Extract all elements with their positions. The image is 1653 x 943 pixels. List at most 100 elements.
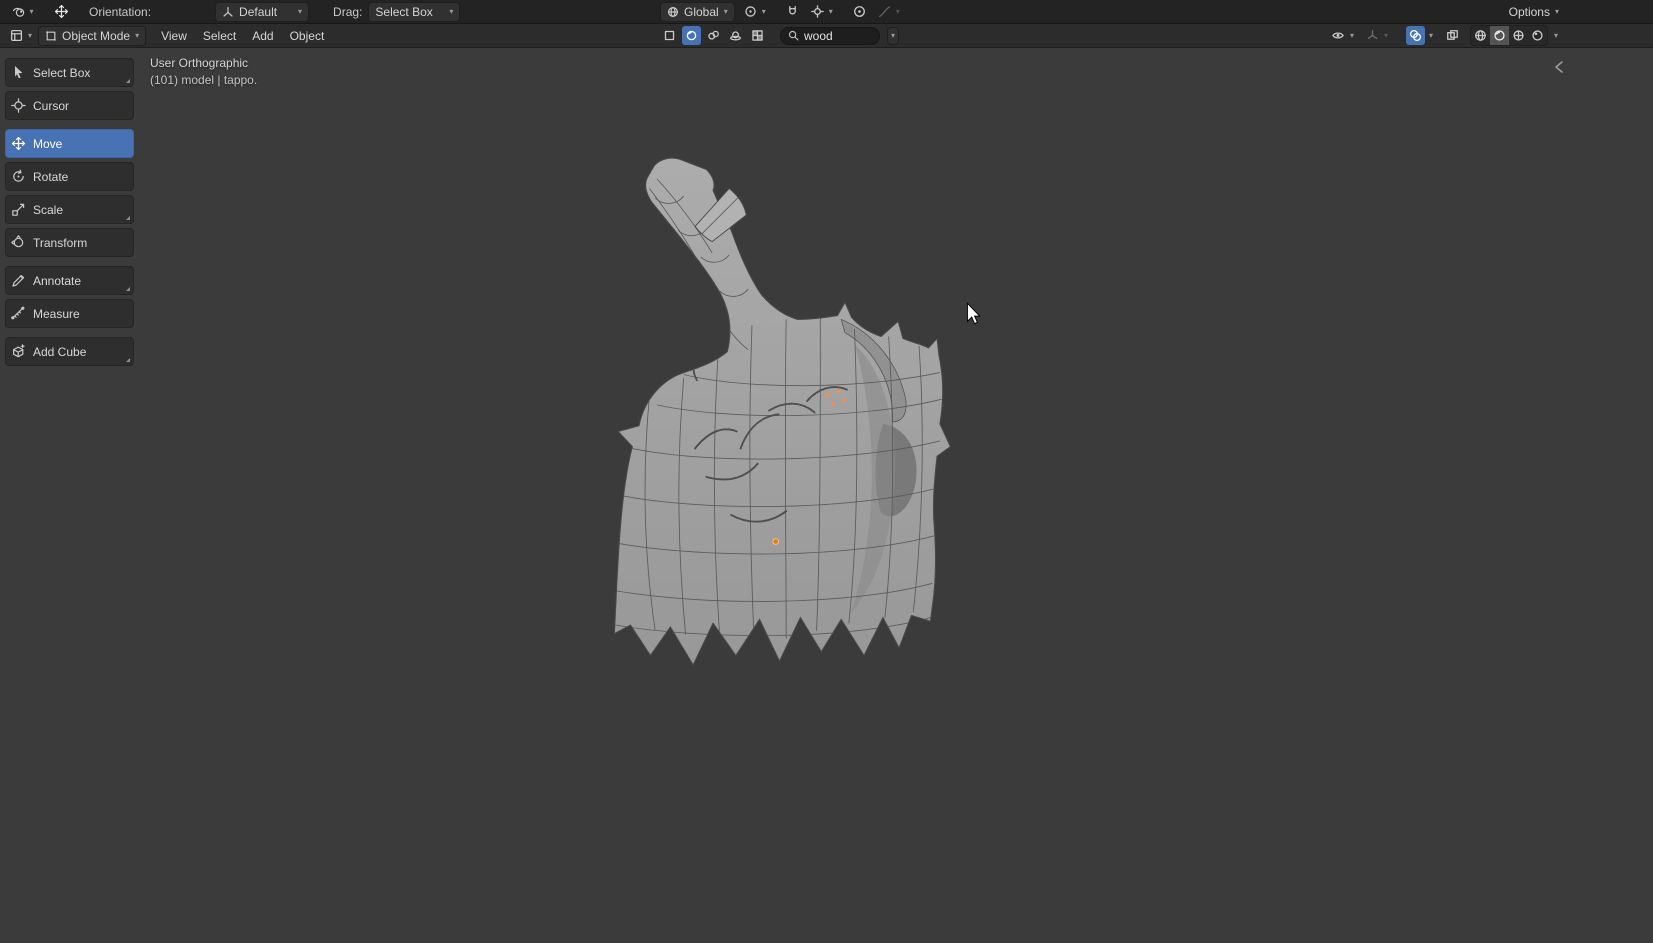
transform-icon [11, 235, 24, 248]
chevron-down-icon: ▾ [891, 30, 896, 40]
add-cube-icon [13, 344, 25, 358]
shading-material-icon [1513, 30, 1524, 41]
tool-annotate[interactable]: Annotate [5, 266, 134, 295]
flyout-corner-icon [126, 287, 130, 291]
falloff-dropdown[interactable]: ▾ [874, 2, 904, 22]
drag-label: Drag: [333, 4, 363, 19]
menu-select[interactable]: Select [196, 26, 243, 45]
sphere-solid-button[interactable] [682, 26, 701, 45]
global-orientation-icon [667, 6, 679, 17]
chevron-down-icon: ▾ [135, 30, 140, 40]
sidebar-expand-chevron-icon[interactable] [1553, 60, 1565, 74]
menu-view[interactable]: View [154, 26, 194, 45]
search-filter-dropdown[interactable]: ▾ [887, 26, 900, 45]
visibility-eye-icon [1332, 32, 1344, 39]
chevron-down-icon: ▾ [723, 6, 728, 16]
spheres-icon [708, 30, 719, 40]
move-icon [11, 136, 26, 151]
tool-add-cube[interactable]: Add Cube [5, 337, 134, 366]
editor-type-dropdown[interactable]: ▾ [6, 26, 36, 46]
tool-label: Measure [33, 306, 80, 321]
tool-cursor[interactable]: Cursor [5, 91, 134, 120]
blender-menu-button[interactable]: ▾ [8, 2, 38, 21]
checker-grid-button[interactable] [748, 26, 767, 45]
drag-dropdown[interactable]: Select Box ▾ [368, 1, 461, 22]
shading-solid-icon [1494, 30, 1505, 41]
gizmos-dropdown[interactable]: ▾ [1362, 26, 1392, 46]
chevron-down-icon: ▾ [449, 6, 454, 16]
options-dropdown[interactable]: Options ▾ [1505, 2, 1563, 22]
snap-toggle-button[interactable] [783, 2, 802, 21]
shading-wireframe-button[interactable] [1471, 26, 1490, 45]
mode-dropdown[interactable]: Object Mode ▾ [38, 25, 147, 46]
box-mode-button[interactable] [660, 26, 679, 45]
blender-logo-icon [13, 7, 25, 17]
annotate-pencil-icon [12, 274, 25, 287]
falloff-curve-icon [878, 6, 890, 18]
chevron-down-icon: ▾ [298, 6, 303, 16]
transform-orientation-value: Global [684, 4, 719, 19]
tool-transform[interactable]: Transform [5, 228, 134, 257]
header-right-group: ▾ ▾ ▾ ▾ [1327, 24, 1558, 47]
pivot-point-dropdown[interactable]: ▾ [740, 2, 770, 22]
options-label: Options [1508, 4, 1550, 19]
orientation-dropdown[interactable]: Default ▾ [215, 1, 310, 22]
search-input[interactable] [804, 28, 872, 43]
orientation-value: Default [239, 4, 278, 19]
header-center-group: ▾ [660, 24, 900, 47]
flyout-corner-icon [126, 358, 130, 362]
tool-label: Add Cube [33, 344, 87, 359]
chevron-down-icon: ▾ [761, 6, 766, 16]
snap-target-dropdown[interactable]: ▾ [807, 2, 837, 22]
xray-toggle[interactable] [1443, 26, 1462, 45]
object-origin-dot [772, 538, 780, 545]
tool-move[interactable]: Move [5, 129, 134, 158]
tool-rotate[interactable]: Rotate [5, 162, 134, 191]
shading-chevron-icon[interactable]: ▾ [1554, 31, 1558, 40]
chevron-down-icon: ▾ [895, 6, 900, 16]
tool-measure[interactable]: Measure [5, 299, 134, 328]
sphere-ring-button[interactable] [726, 26, 745, 45]
flyout-corner-icon [126, 216, 130, 220]
chevron-down-icon: ▾ [29, 6, 34, 16]
chevron-down-icon: ▾ [1554, 6, 1559, 16]
rotate-icon [13, 169, 24, 182]
proportional-edit-toggle[interactable] [850, 2, 869, 21]
drag-value: Select Box [375, 4, 433, 19]
flyout-corner-icon [126, 79, 130, 83]
move-tool-icon [54, 4, 69, 19]
checker-grid-icon [752, 30, 763, 41]
viewport-header: ▾ Object Mode ▾ View Select Add Object w… [0, 24, 1653, 48]
overlays-toggle[interactable] [1405, 26, 1425, 45]
viewport-3d[interactable]: User Orthographic (101) model | tappo. S… [0, 48, 1653, 943]
menu-object[interactable]: Object [283, 26, 332, 45]
tool-label: Cursor [33, 98, 70, 113]
active-tool-move-icon-button[interactable] [52, 2, 71, 21]
object-visibility-dropdown[interactable]: ▾ [1327, 26, 1358, 46]
shading-material-button[interactable] [1509, 26, 1528, 45]
transform-orientation-dropdown[interactable]: Global ▾ [660, 1, 735, 22]
mouse-cursor [966, 302, 981, 325]
pivot-point-icon [745, 6, 756, 17]
tool-shelf: Select Box Cursor Move Rotate Scale Tran… [5, 58, 134, 370]
shading-rendered-icon [1532, 30, 1543, 41]
tool-label: Select Box [33, 65, 91, 80]
tool-scale[interactable]: Scale [5, 195, 134, 224]
scale-icon [12, 203, 25, 216]
shading-rendered-button[interactable] [1528, 26, 1547, 45]
gizmo-icon [1367, 30, 1378, 39]
overlays-chevron-icon[interactable]: ▾ [1429, 31, 1433, 40]
spheres-pair-button[interactable] [704, 26, 723, 45]
shading-wireframe-icon [1475, 30, 1486, 41]
tool-label: Transform [33, 235, 88, 250]
chevron-down-icon: ▾ [1349, 30, 1354, 40]
orientation-label: Orientation: [89, 4, 152, 19]
tool-select-box[interactable]: Select Box [5, 58, 134, 87]
tool-label: Scale [33, 202, 64, 217]
search-field[interactable] [780, 26, 880, 45]
menu-add[interactable]: Add [245, 26, 280, 45]
chevron-down-icon: ▾ [1383, 30, 1388, 40]
overlays-icon [1409, 29, 1421, 42]
search-icon [788, 30, 799, 41]
shading-solid-button[interactable] [1489, 26, 1509, 45]
